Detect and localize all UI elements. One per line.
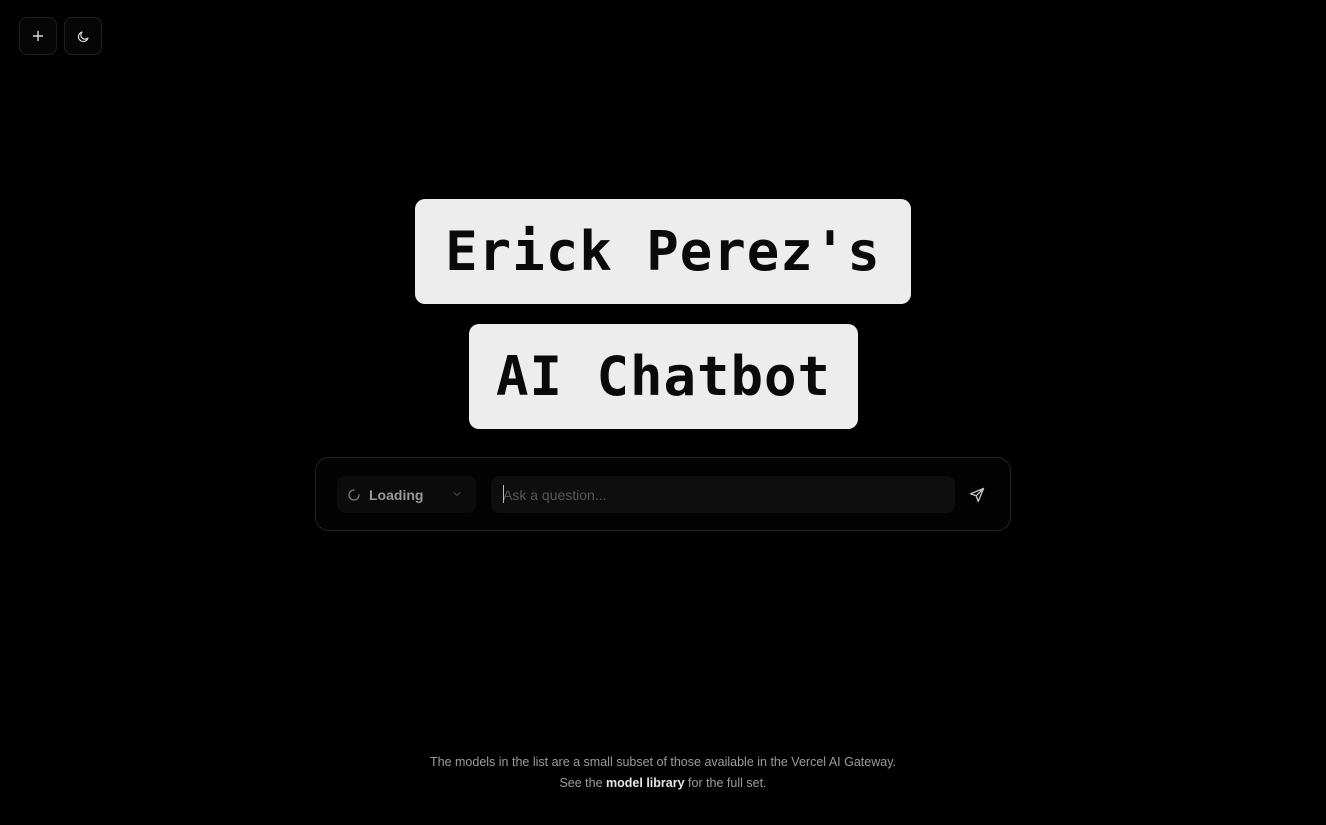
send-button[interactable] — [961, 479, 993, 511]
model-selector[interactable]: Loading — [337, 476, 476, 513]
chevron-down-icon — [453, 491, 461, 497]
plus-icon — [32, 30, 44, 42]
footer-line-2-prefix: See the — [559, 776, 603, 790]
app-page: Erick Perez's AI Chatbot Loading The mod… — [0, 0, 1326, 825]
spinner-icon — [348, 488, 360, 501]
footer-note: The models in the list are a small subse… — [0, 752, 1326, 794]
hero-title-line-1: Erick Perez's — [415, 199, 911, 304]
model-library-link[interactable]: model library — [606, 776, 685, 790]
moon-icon — [77, 30, 89, 42]
send-icon — [969, 487, 985, 503]
footer-line-2: See the model library for the full set. — [0, 773, 1326, 794]
new-chat-button[interactable] — [19, 17, 57, 55]
question-input[interactable] — [491, 476, 955, 513]
text-caret — [503, 485, 504, 503]
footer-line-2-suffix: for the full set. — [688, 776, 767, 790]
hero-title-line-2: AI Chatbot — [469, 324, 858, 429]
theme-toggle-button[interactable] — [64, 17, 102, 55]
chat-input-bar: Loading — [315, 457, 1011, 531]
model-selector-label: Loading — [369, 486, 424, 503]
footer-line-1: The models in the list are a small subse… — [430, 755, 896, 769]
